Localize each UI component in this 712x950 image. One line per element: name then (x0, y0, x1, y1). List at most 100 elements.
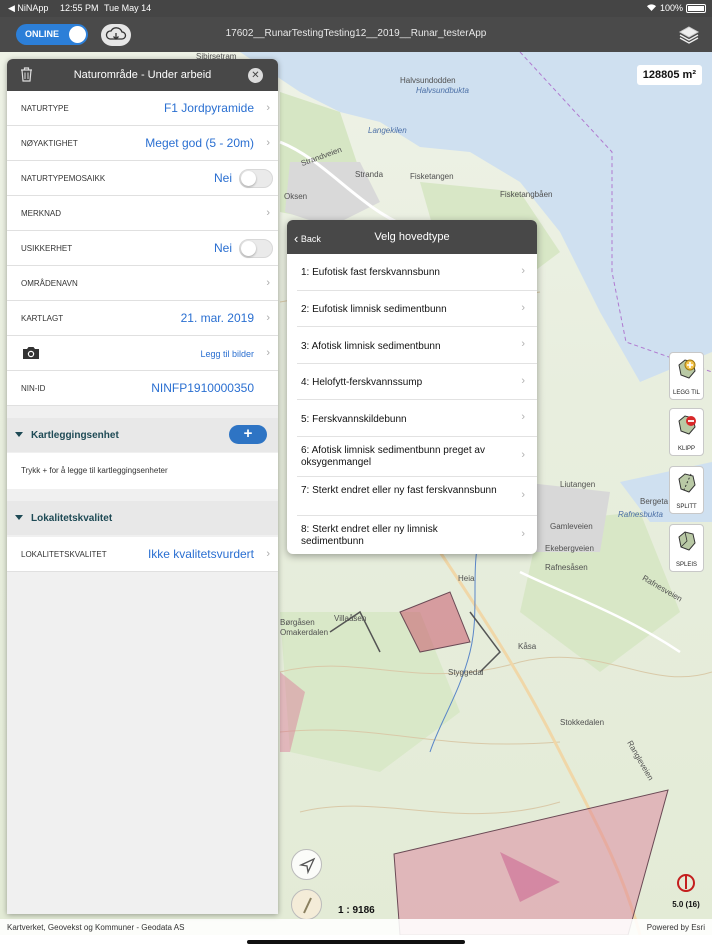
split-polygon-button[interactable]: SPLITT (669, 466, 704, 514)
chevron-right-icon: › (266, 312, 270, 324)
add-polygon-button[interactable]: LEGG TIL (669, 352, 704, 400)
split-polygon-icon (677, 473, 696, 493)
compass-button[interactable] (291, 889, 322, 920)
gps-status[interactable]: 5.0 (16) (668, 870, 704, 910)
map-label: Langekilen (368, 126, 407, 135)
section-kartleggingsenhet[interactable]: Kartleggingsenhet + (7, 418, 278, 452)
map-scale: 1 : 9186 (338, 905, 375, 916)
row-lokalitetskvalitet[interactable]: LOKALITETSKVALITET Ikke kvalitetsvurdert… (7, 537, 278, 572)
compass-icon (303, 897, 312, 914)
chevron-right-icon: › (521, 528, 525, 540)
camera-icon (22, 346, 40, 365)
chevron-right-icon: › (266, 347, 270, 359)
map-label: Villaåsen (334, 614, 367, 623)
map-label: Fisketangbåen (500, 190, 553, 199)
row-value: Nei (213, 241, 232, 255)
row-key: NATURTYPEMOSAIKK (21, 174, 106, 183)
add-photos-link: Legg til bilder (200, 349, 254, 359)
row-key: LOKALITETSKVALITET (21, 550, 107, 559)
row-add-photos[interactable]: Legg til bilder › (7, 336, 278, 371)
row-key: USIKKERHET (21, 244, 73, 253)
list-item[interactable]: 2: Eufotisk limnisk sedimentbunn › (297, 291, 537, 327)
layers-button[interactable] (678, 24, 700, 46)
map-label: Gamleveien (550, 522, 593, 531)
row-omradenavn[interactable]: OMRÅDENAVN › (7, 266, 278, 301)
option-label: 1: Eufotisk fast ferskvannsbunn (301, 267, 440, 278)
chevron-down-icon (15, 432, 23, 437)
merge-polygon-icon (677, 531, 696, 551)
panel-title: Naturområde - Under arbeid (73, 69, 212, 81)
map-label: Ekebergveien (545, 544, 594, 553)
chevron-right-icon: › (266, 207, 270, 219)
usikkerhet-toggle[interactable] (239, 239, 273, 258)
map-label: Fisketangen (410, 172, 454, 181)
hint-text: Trykk + for å legge til kartleggingsenhe… (21, 466, 168, 475)
list-item[interactable]: 8: Sterkt endret eller ny limnisk sedime… (297, 516, 537, 554)
row-kartlagt[interactable]: KARTLAGT 21. mar. 2019 › (7, 301, 278, 336)
list-item[interactable]: 4: Helofytt-ferskvannssump › (297, 364, 537, 400)
section-lokalitetskvalitet[interactable]: Lokalitetskvalitet (7, 501, 278, 535)
map-label: Styggedal (448, 668, 484, 677)
row-value: Meget god (5 - 20m) (145, 136, 254, 150)
add-polygon-icon (677, 359, 696, 379)
status-time: 12:55 PM (60, 3, 99, 13)
merge-polygon-button[interactable]: SPLEIS (669, 524, 704, 572)
navigation-arrow-icon (298, 857, 316, 875)
layers-icon (678, 26, 700, 44)
option-label: 4: Helofytt-ferskvannssump (301, 377, 423, 388)
row-value: NINFP1910000350 (151, 381, 254, 395)
map-label: Rafnesåsen (545, 563, 588, 572)
map-label: Oksen (284, 192, 308, 201)
popover-title: Velg hovedtype (374, 231, 450, 243)
chevron-right-icon: › (266, 548, 270, 560)
row-key: MERKNAD (21, 209, 62, 218)
option-label: 2: Eufotisk limnisk sedimentbunn (301, 304, 447, 315)
map-label: Børgåsen (280, 618, 315, 627)
map-attribution: Kartverket, Geovekst og Kommuner - Geoda… (7, 923, 185, 932)
row-value: Nei (213, 171, 232, 185)
map-label: Omakerdalen (280, 628, 329, 637)
row-naturtypemosaikk: NATURTYPEMOSAIKK Nei (7, 161, 278, 196)
home-indicator-area (0, 935, 712, 950)
locate-button[interactable] (291, 849, 322, 880)
clip-polygon-icon (677, 415, 696, 435)
list-item[interactable]: 1: Eufotisk fast ferskvannsbunn › (297, 254, 537, 291)
row-merknad[interactable]: MERKNAD › (7, 196, 278, 231)
chevron-right-icon: › (266, 277, 270, 289)
row-noyaktighet[interactable]: NØYAKTIGHET Meget god (5 - 20m) › (7, 126, 278, 161)
list-item[interactable]: 3: Afotisk limnisk sedimentbunn › (297, 327, 537, 364)
back-to-app-link[interactable]: ◀ NiNApp (8, 3, 48, 14)
map-label: Halvsundodden (400, 76, 456, 85)
attribution-bar: Kartverket, Geovekst og Kommuner - Geoda… (0, 919, 712, 935)
powered-by-link[interactable]: Powered by Esri (647, 923, 705, 932)
chevron-right-icon: › (521, 338, 525, 350)
battery-percent: 100% (660, 3, 684, 13)
clip-polygon-button[interactable]: KLIPP (669, 408, 704, 456)
list-item[interactable]: 7: Sterkt endret eller ny fast ferskvann… (297, 477, 537, 516)
section-title: Lokalitetskvalitet (31, 513, 113, 524)
mosaikk-toggle[interactable] (239, 169, 273, 188)
row-value: 21. mar. 2019 (180, 311, 254, 325)
row-key: KARTLAGT (21, 314, 64, 323)
section-title: Kartleggingsenhet (31, 430, 119, 441)
select-main-type-popover: ‹ Back Velg hovedtype 1: Eufotisk fast f… (287, 220, 537, 554)
add-mapping-unit-button[interactable]: + (229, 425, 267, 444)
area-readout: 128805 m² (636, 65, 702, 85)
row-key: NATURTYPE (21, 104, 69, 113)
nature-area-panel: Naturområde - Under arbeid ✕ NATURTYPE F… (7, 59, 278, 914)
chevron-right-icon: › (521, 375, 525, 387)
list-item[interactable]: 6: Afotisk limnisk sedimentbunn preget a… (297, 437, 537, 477)
row-key: NØYAKTIGHET (21, 139, 78, 148)
wifi-icon (646, 3, 657, 14)
row-key: OMRÅDENAVN (21, 279, 78, 288)
chevron-right-icon: › (521, 489, 525, 501)
map-label: Stranda (355, 170, 384, 179)
map-label: Kåsa (518, 642, 537, 651)
row-naturtype[interactable]: NATURTYPE F1 Jordpyramide › (7, 91, 278, 126)
list-item[interactable]: 5: Ferskvannskildebunn › (297, 400, 537, 437)
tool-label: SPLEIS (675, 562, 697, 568)
home-indicator[interactable] (247, 940, 465, 944)
map-label: Rafnesbukta (618, 510, 663, 519)
close-icon[interactable]: ✕ (248, 68, 263, 83)
row-value: F1 Jordpyramide (163, 101, 254, 115)
